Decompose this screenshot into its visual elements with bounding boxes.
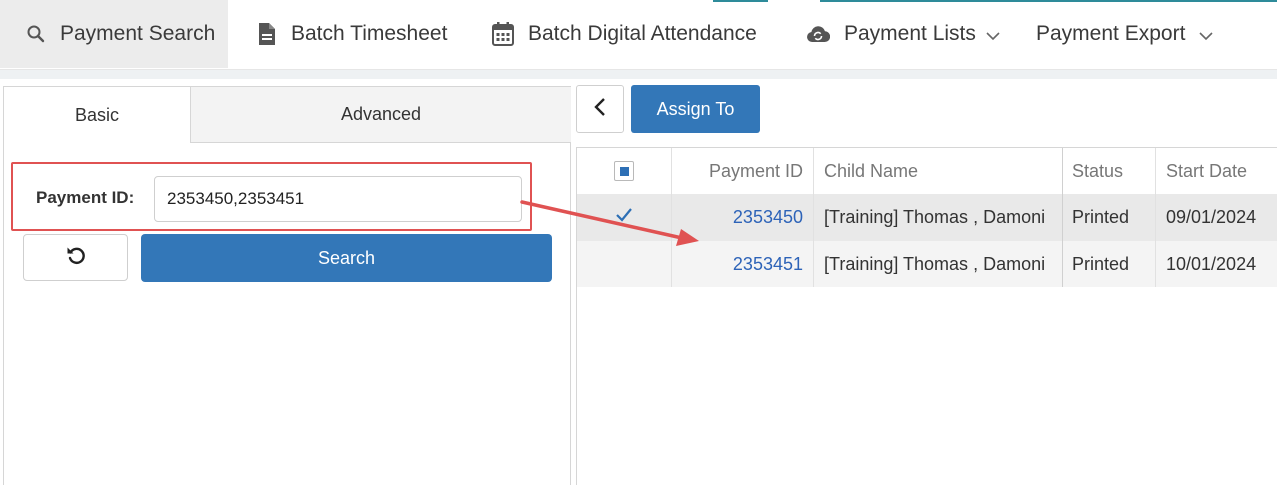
nav-item-label: Batch Digital Attendance	[528, 22, 757, 45]
nav-item-batch-digital-attendance[interactable]: Batch Digital Attendance	[492, 0, 757, 68]
nav-item-label: Payment Export	[1036, 22, 1186, 45]
top-navigation: Payment Search Batch Timesheet Batch Dig…	[0, 0, 1277, 70]
payment-id-link[interactable]: 2353451	[733, 254, 803, 275]
nav-item-payment-search[interactable]: Payment Search	[0, 0, 228, 68]
cloud-sync-icon	[806, 24, 830, 44]
payment-id-cell: 2353451	[672, 241, 814, 287]
search-tabs: Basic Advanced	[4, 86, 571, 143]
column-header-payment-id[interactable]: Payment ID	[672, 148, 814, 194]
nav-item-label: Payment Lists	[844, 22, 976, 45]
status-cell: Printed	[1063, 241, 1156, 287]
undo-icon	[65, 244, 87, 271]
toolbar-divider	[0, 70, 1277, 79]
nav-item-payment-export[interactable]: Payment Export	[1036, 0, 1213, 68]
select-all-cell	[577, 148, 672, 194]
column-header-status[interactable]: Status	[1063, 148, 1156, 194]
search-panel: Basic Advanced Payment ID: Search	[3, 86, 571, 485]
search-button[interactable]: Search	[141, 234, 552, 282]
nav-item-payment-lists[interactable]: Payment Lists	[806, 0, 1000, 68]
start-date-cell: 10/01/2024	[1166, 253, 1257, 274]
row-select-cell[interactable]	[577, 241, 672, 287]
calendar-icon	[492, 22, 514, 46]
chevron-down-icon	[1199, 31, 1213, 41]
results-table: Payment ID Child Name Status Start Date …	[576, 147, 1277, 485]
child-name-cell: [Training] Thomas , Damoni	[814, 194, 1063, 241]
annotation-highlight-box	[11, 162, 532, 231]
tab-advanced[interactable]: Advanced	[191, 86, 571, 143]
select-all-checkbox[interactable]	[614, 161, 634, 181]
back-button[interactable]	[576, 85, 624, 133]
table-row[interactable]: 2353450 [Training] Thomas , Damoni Print…	[577, 194, 1277, 241]
table-header-row: Payment ID Child Name Status Start Date	[577, 148, 1277, 194]
nav-item-label: Batch Timesheet	[291, 22, 448, 45]
chevron-left-icon	[594, 97, 606, 122]
payment-id-link[interactable]: 2353450	[733, 207, 803, 228]
search-icon	[26, 24, 46, 44]
tab-basic[interactable]: Basic	[4, 86, 191, 143]
status-cell: Printed	[1063, 194, 1156, 241]
table-row[interactable]: 2353451 [Training] Thomas , Damoni Print…	[577, 241, 1277, 287]
reset-button[interactable]	[23, 234, 128, 281]
nav-item-label: Payment Search	[60, 22, 216, 45]
column-header-start-date[interactable]: Start Date	[1156, 148, 1277, 194]
checkmark-icon[interactable]	[614, 207, 634, 228]
payment-id-cell: 2353450	[672, 194, 814, 241]
column-header-child-name[interactable]: Child Name	[814, 148, 1063, 194]
row-select-cell[interactable]	[577, 194, 672, 241]
nav-item-batch-timesheet[interactable]: Batch Timesheet	[257, 0, 447, 68]
child-name-cell: [Training] Thomas , Damoni	[814, 241, 1063, 287]
assign-to-button[interactable]: Assign To	[631, 85, 760, 133]
chevron-down-icon	[986, 31, 1000, 41]
start-date-cell: 09/01/2024	[1166, 207, 1257, 227]
document-icon	[257, 22, 277, 46]
